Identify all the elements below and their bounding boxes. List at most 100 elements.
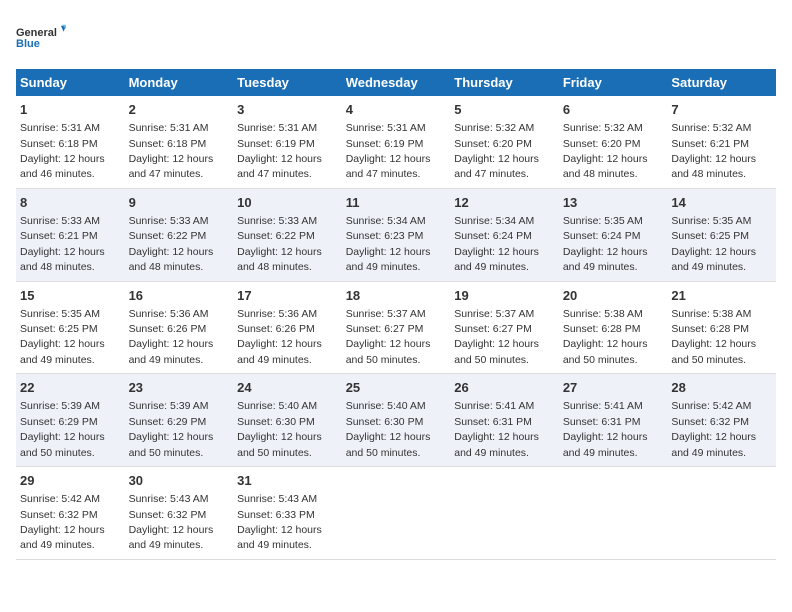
calendar-cell	[559, 467, 668, 560]
svg-text:General: General	[16, 27, 57, 39]
day-number: 15	[20, 287, 121, 305]
calendar-cell: 30 Sunrise: 5:43 AMSunset: 6:32 PMDaylig…	[125, 467, 234, 560]
day-number: 17	[237, 287, 338, 305]
calendar-cell: 21 Sunrise: 5:38 AMSunset: 6:28 PMDaylig…	[667, 281, 776, 374]
day-sunrise: Sunrise: 5:32 AMSunset: 6:21 PMDaylight:…	[671, 122, 756, 180]
calendar-cell: 23 Sunrise: 5:39 AMSunset: 6:29 PMDaylig…	[125, 374, 234, 467]
weekday-header-sunday: Sunday	[16, 69, 125, 96]
calendar-cell: 19 Sunrise: 5:37 AMSunset: 6:27 PMDaylig…	[450, 281, 559, 374]
day-sunrise: Sunrise: 5:43 AMSunset: 6:32 PMDaylight:…	[129, 493, 214, 551]
calendar-cell: 8 Sunrise: 5:33 AMSunset: 6:21 PMDayligh…	[16, 188, 125, 281]
calendar-cell: 11 Sunrise: 5:34 AMSunset: 6:23 PMDaylig…	[342, 188, 451, 281]
day-sunrise: Sunrise: 5:31 AMSunset: 6:18 PMDaylight:…	[129, 122, 214, 180]
day-sunrise: Sunrise: 5:34 AMSunset: 6:23 PMDaylight:…	[346, 215, 431, 273]
day-sunrise: Sunrise: 5:33 AMSunset: 6:21 PMDaylight:…	[20, 215, 105, 273]
day-number: 9	[129, 194, 230, 212]
calendar-cell	[667, 467, 776, 560]
week-row-5: 29 Sunrise: 5:42 AMSunset: 6:32 PMDaylig…	[16, 467, 776, 560]
day-sunrise: Sunrise: 5:42 AMSunset: 6:32 PMDaylight:…	[20, 493, 105, 551]
calendar-cell: 24 Sunrise: 5:40 AMSunset: 6:30 PMDaylig…	[233, 374, 342, 467]
day-sunrise: Sunrise: 5:37 AMSunset: 6:27 PMDaylight:…	[346, 308, 431, 366]
day-sunrise: Sunrise: 5:35 AMSunset: 6:24 PMDaylight:…	[563, 215, 648, 273]
day-number: 23	[129, 379, 230, 397]
day-sunrise: Sunrise: 5:39 AMSunset: 6:29 PMDaylight:…	[20, 400, 105, 458]
day-number: 22	[20, 379, 121, 397]
calendar-cell: 15 Sunrise: 5:35 AMSunset: 6:25 PMDaylig…	[16, 281, 125, 374]
logo: General Blue	[16, 16, 66, 61]
day-number: 1	[20, 101, 121, 119]
day-sunrise: Sunrise: 5:39 AMSunset: 6:29 PMDaylight:…	[129, 400, 214, 458]
calendar-cell: 12 Sunrise: 5:34 AMSunset: 6:24 PMDaylig…	[450, 188, 559, 281]
day-sunrise: Sunrise: 5:40 AMSunset: 6:30 PMDaylight:…	[346, 400, 431, 458]
calendar-cell: 28 Sunrise: 5:42 AMSunset: 6:32 PMDaylig…	[667, 374, 776, 467]
day-number: 12	[454, 194, 555, 212]
weekday-header-tuesday: Tuesday	[233, 69, 342, 96]
day-number: 28	[671, 379, 772, 397]
week-row-4: 22 Sunrise: 5:39 AMSunset: 6:29 PMDaylig…	[16, 374, 776, 467]
day-number: 7	[671, 101, 772, 119]
day-number: 8	[20, 194, 121, 212]
day-sunrise: Sunrise: 5:38 AMSunset: 6:28 PMDaylight:…	[671, 308, 756, 366]
calendar-cell: 6 Sunrise: 5:32 AMSunset: 6:20 PMDayligh…	[559, 96, 668, 188]
day-sunrise: Sunrise: 5:37 AMSunset: 6:27 PMDaylight:…	[454, 308, 539, 366]
day-number: 29	[20, 472, 121, 490]
svg-text:Blue: Blue	[16, 38, 40, 50]
calendar-cell: 25 Sunrise: 5:40 AMSunset: 6:30 PMDaylig…	[342, 374, 451, 467]
header: General Blue	[16, 16, 776, 61]
day-number: 10	[237, 194, 338, 212]
week-row-1: 1 Sunrise: 5:31 AMSunset: 6:18 PMDayligh…	[16, 96, 776, 188]
day-number: 20	[563, 287, 664, 305]
day-sunrise: Sunrise: 5:36 AMSunset: 6:26 PMDaylight:…	[237, 308, 322, 366]
logo-icon: General Blue	[16, 16, 66, 61]
calendar-cell: 14 Sunrise: 5:35 AMSunset: 6:25 PMDaylig…	[667, 188, 776, 281]
day-sunrise: Sunrise: 5:38 AMSunset: 6:28 PMDaylight:…	[563, 308, 648, 366]
day-number: 31	[237, 472, 338, 490]
day-number: 24	[237, 379, 338, 397]
calendar-cell: 7 Sunrise: 5:32 AMSunset: 6:21 PMDayligh…	[667, 96, 776, 188]
calendar-cell: 2 Sunrise: 5:31 AMSunset: 6:18 PMDayligh…	[125, 96, 234, 188]
weekday-header-saturday: Saturday	[667, 69, 776, 96]
day-sunrise: Sunrise: 5:33 AMSunset: 6:22 PMDaylight:…	[129, 215, 214, 273]
day-number: 2	[129, 101, 230, 119]
day-number: 25	[346, 379, 447, 397]
day-sunrise: Sunrise: 5:32 AMSunset: 6:20 PMDaylight:…	[563, 122, 648, 180]
day-number: 4	[346, 101, 447, 119]
weekday-header-wednesday: Wednesday	[342, 69, 451, 96]
day-number: 27	[563, 379, 664, 397]
calendar-cell: 4 Sunrise: 5:31 AMSunset: 6:19 PMDayligh…	[342, 96, 451, 188]
day-sunrise: Sunrise: 5:36 AMSunset: 6:26 PMDaylight:…	[129, 308, 214, 366]
day-sunrise: Sunrise: 5:41 AMSunset: 6:31 PMDaylight:…	[454, 400, 539, 458]
calendar-cell: 3 Sunrise: 5:31 AMSunset: 6:19 PMDayligh…	[233, 96, 342, 188]
calendar-cell: 18 Sunrise: 5:37 AMSunset: 6:27 PMDaylig…	[342, 281, 451, 374]
calendar-cell: 17 Sunrise: 5:36 AMSunset: 6:26 PMDaylig…	[233, 281, 342, 374]
calendar-cell: 10 Sunrise: 5:33 AMSunset: 6:22 PMDaylig…	[233, 188, 342, 281]
day-number: 14	[671, 194, 772, 212]
calendar-cell: 29 Sunrise: 5:42 AMSunset: 6:32 PMDaylig…	[16, 467, 125, 560]
calendar-cell	[450, 467, 559, 560]
calendar-cell: 16 Sunrise: 5:36 AMSunset: 6:26 PMDaylig…	[125, 281, 234, 374]
calendar-cell: 5 Sunrise: 5:32 AMSunset: 6:20 PMDayligh…	[450, 96, 559, 188]
day-sunrise: Sunrise: 5:35 AMSunset: 6:25 PMDaylight:…	[20, 308, 105, 366]
day-number: 5	[454, 101, 555, 119]
calendar-cell: 9 Sunrise: 5:33 AMSunset: 6:22 PMDayligh…	[125, 188, 234, 281]
weekday-header-friday: Friday	[559, 69, 668, 96]
day-sunrise: Sunrise: 5:31 AMSunset: 6:19 PMDaylight:…	[346, 122, 431, 180]
day-sunrise: Sunrise: 5:31 AMSunset: 6:18 PMDaylight:…	[20, 122, 105, 180]
day-sunrise: Sunrise: 5:33 AMSunset: 6:22 PMDaylight:…	[237, 215, 322, 273]
weekday-header-monday: Monday	[125, 69, 234, 96]
day-sunrise: Sunrise: 5:34 AMSunset: 6:24 PMDaylight:…	[454, 215, 539, 273]
calendar-cell: 1 Sunrise: 5:31 AMSunset: 6:18 PMDayligh…	[16, 96, 125, 188]
day-number: 11	[346, 194, 447, 212]
day-sunrise: Sunrise: 5:41 AMSunset: 6:31 PMDaylight:…	[563, 400, 648, 458]
calendar-cell: 20 Sunrise: 5:38 AMSunset: 6:28 PMDaylig…	[559, 281, 668, 374]
week-row-3: 15 Sunrise: 5:35 AMSunset: 6:25 PMDaylig…	[16, 281, 776, 374]
day-number: 30	[129, 472, 230, 490]
calendar-cell: 13 Sunrise: 5:35 AMSunset: 6:24 PMDaylig…	[559, 188, 668, 281]
calendar-cell: 27 Sunrise: 5:41 AMSunset: 6:31 PMDaylig…	[559, 374, 668, 467]
day-number: 6	[563, 101, 664, 119]
calendar-cell: 31 Sunrise: 5:43 AMSunset: 6:33 PMDaylig…	[233, 467, 342, 560]
day-sunrise: Sunrise: 5:43 AMSunset: 6:33 PMDaylight:…	[237, 493, 322, 551]
weekday-header-row: SundayMondayTuesdayWednesdayThursdayFrid…	[16, 69, 776, 96]
day-sunrise: Sunrise: 5:31 AMSunset: 6:19 PMDaylight:…	[237, 122, 322, 180]
calendar-cell: 22 Sunrise: 5:39 AMSunset: 6:29 PMDaylig…	[16, 374, 125, 467]
